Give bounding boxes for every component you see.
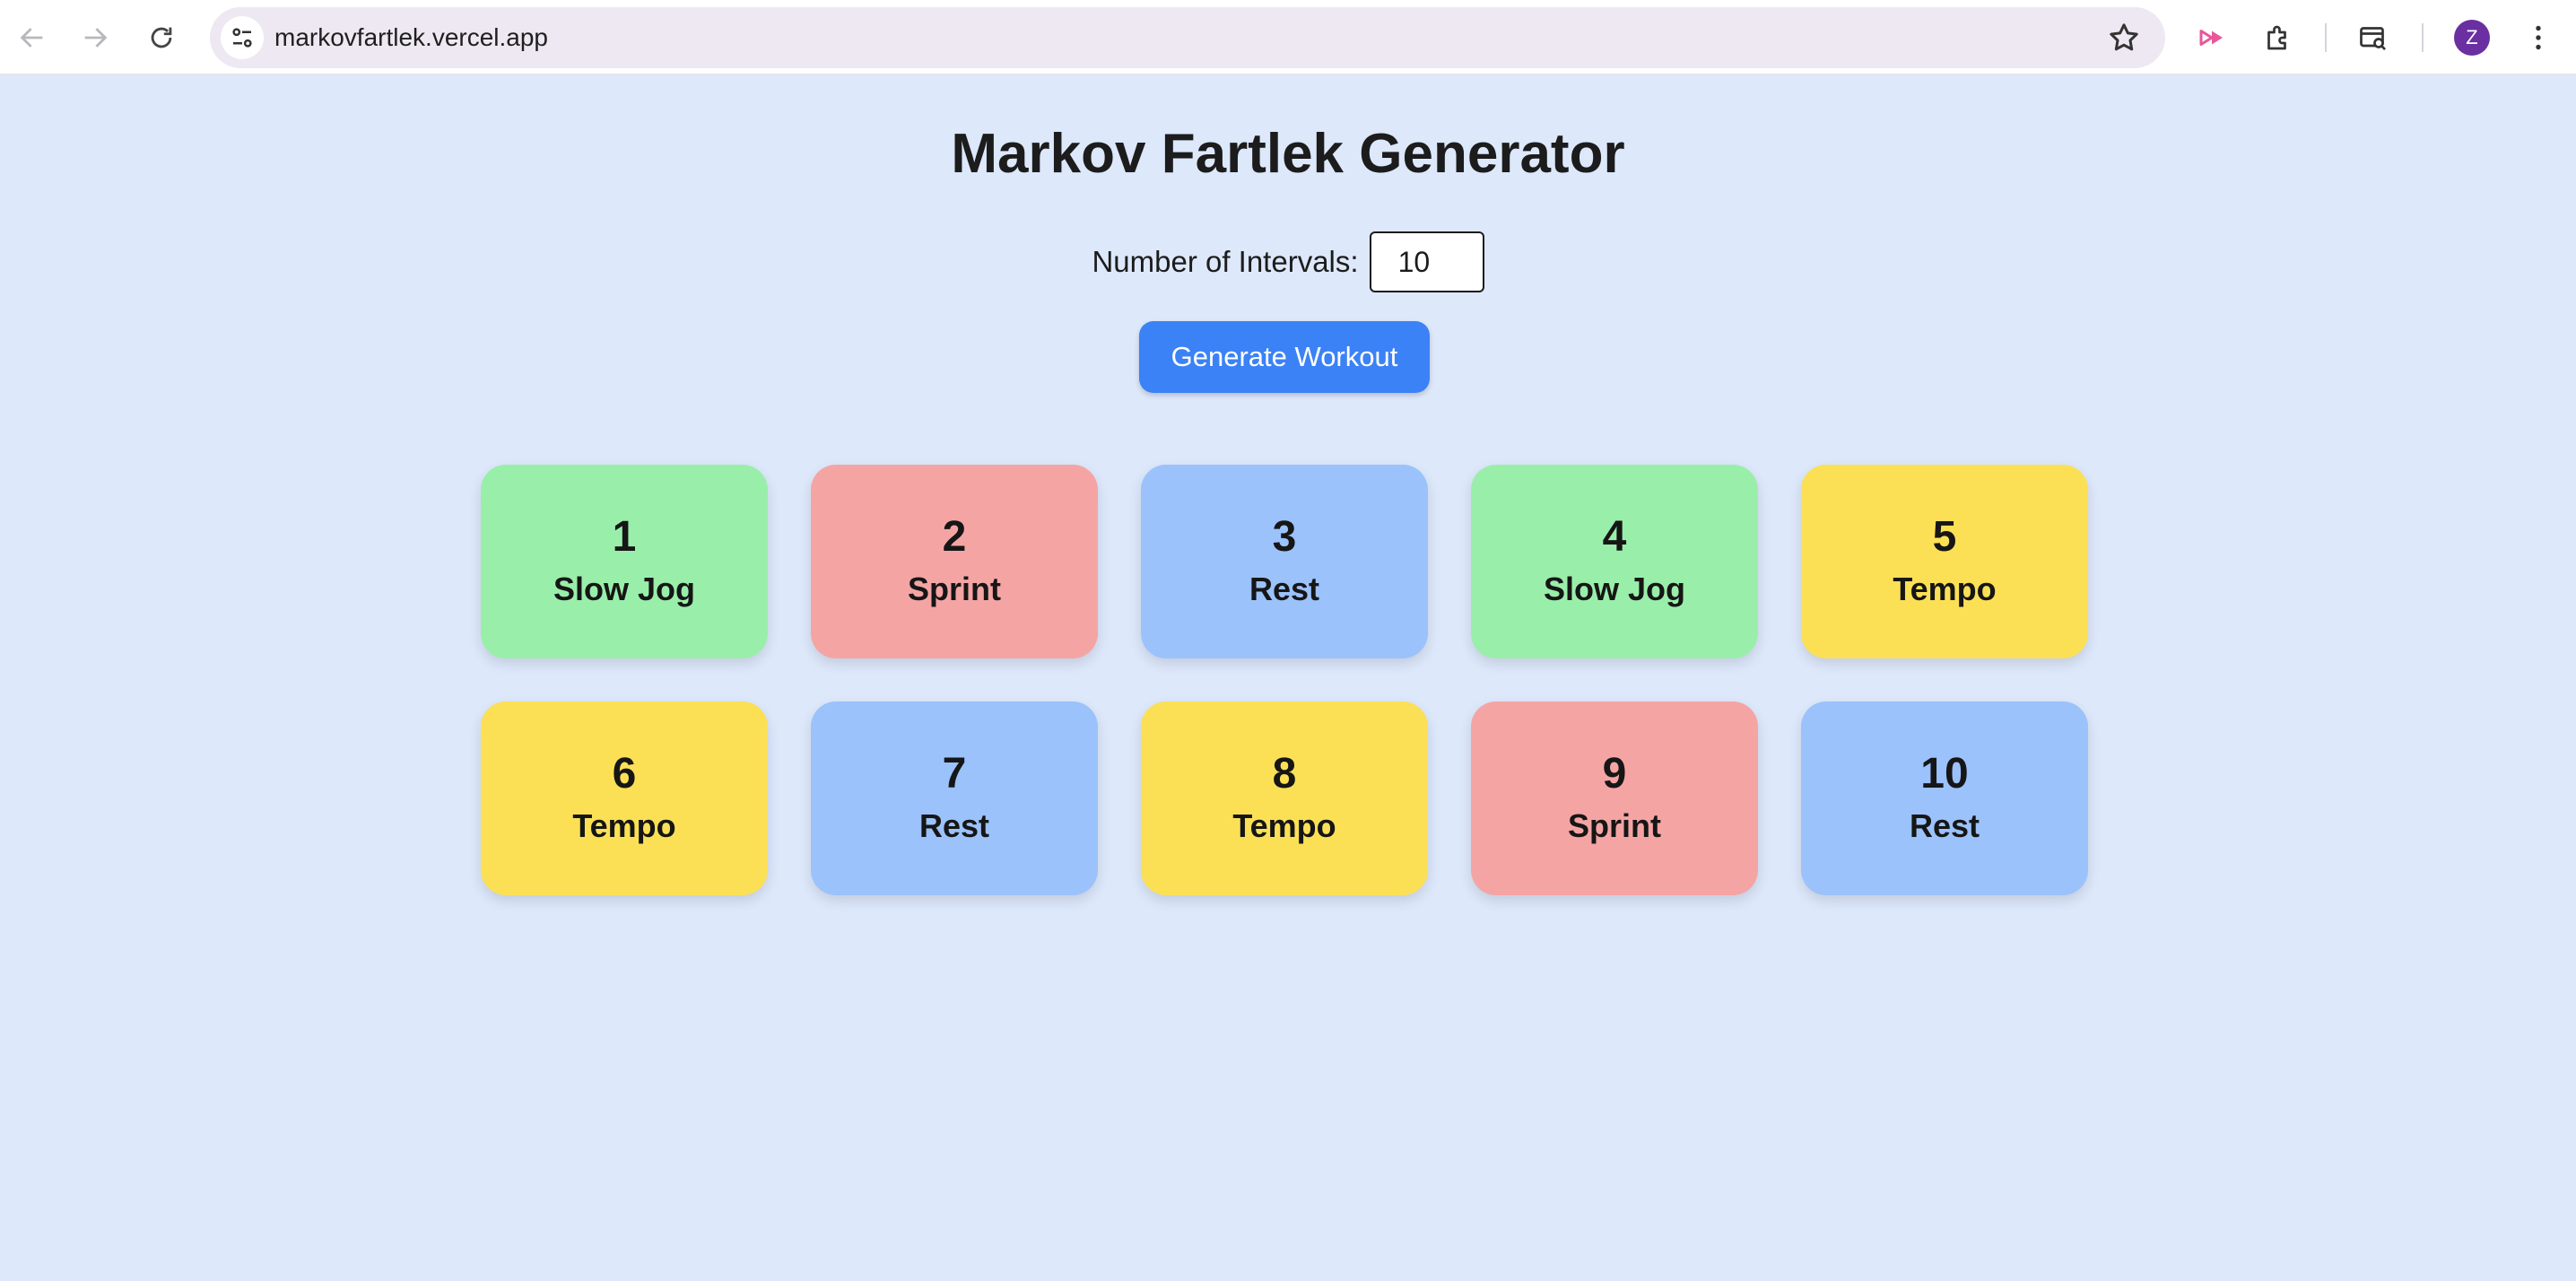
interval-number: 9 bbox=[1602, 750, 1627, 797]
extensions-puzzle-button[interactable] bbox=[2257, 16, 2300, 59]
bookmark-star-icon[interactable] bbox=[2106, 20, 2142, 56]
reload-button[interactable] bbox=[140, 16, 183, 59]
interval-card: 6 Tempo bbox=[481, 702, 768, 895]
generate-workout-button[interactable]: Generate Workout bbox=[1139, 321, 1430, 393]
tab-search-icon bbox=[2360, 27, 2387, 51]
interval-card: 10 Rest bbox=[1801, 702, 2088, 895]
interval-label: Sprint bbox=[908, 571, 1001, 607]
interval-number: 2 bbox=[942, 513, 967, 561]
reload-icon bbox=[151, 27, 172, 48]
site-info-button[interactable] bbox=[221, 16, 264, 59]
interval-grid: 1 Slow Jog 2 Sprint 3 Rest 4 Slow Jog 5 … bbox=[481, 465, 2088, 895]
interval-label: Rest bbox=[1909, 807, 1980, 844]
interval-label: Tempo bbox=[572, 807, 676, 844]
interval-card: 3 Rest bbox=[1141, 465, 1428, 658]
interval-number: 7 bbox=[942, 750, 967, 797]
interval-label: Slow Jog bbox=[1543, 571, 1685, 607]
address-bar[interactable]: markovfartlek.vercel.app bbox=[210, 7, 2165, 68]
interval-card: 8 Tempo bbox=[1141, 702, 1428, 895]
interval-card: 9 Sprint bbox=[1471, 702, 1758, 895]
interval-number: 10 bbox=[1920, 750, 1969, 797]
interval-card: 5 Tempo bbox=[1801, 465, 2088, 658]
interval-card: 2 Sprint bbox=[811, 465, 1098, 658]
interval-card: 7 Rest bbox=[811, 702, 1098, 895]
toolbar-divider bbox=[2422, 23, 2424, 52]
interval-number: 1 bbox=[612, 513, 637, 561]
interval-label: Tempo bbox=[1232, 807, 1336, 844]
page-title: Markov Fartlek Generator bbox=[951, 123, 1625, 185]
extension-button[interactable] bbox=[2190, 16, 2233, 59]
interval-number: 8 bbox=[1272, 750, 1297, 797]
interval-number: 4 bbox=[1602, 513, 1627, 561]
intervals-input[interactable] bbox=[1369, 231, 1484, 292]
url-text[interactable]: markovfartlek.vercel.app bbox=[274, 7, 548, 68]
interval-card: 4 Slow Jog bbox=[1471, 465, 1758, 658]
puzzle-icon bbox=[2267, 25, 2286, 50]
intervals-control: Number of Intervals: bbox=[0, 231, 2576, 292]
interval-number: 6 bbox=[612, 750, 637, 797]
more-vert-icon bbox=[2536, 25, 2541, 50]
back-button[interactable] bbox=[11, 16, 54, 59]
interval-label: Slow Jog bbox=[553, 571, 695, 607]
interval-label: Tempo bbox=[1893, 571, 1997, 607]
pink-arrow-icon bbox=[2199, 30, 2223, 46]
forward-button[interactable] bbox=[74, 16, 117, 59]
intervals-label: Number of Intervals: bbox=[1092, 245, 1359, 278]
interval-number: 5 bbox=[1932, 513, 1957, 561]
profile-avatar[interactable]: Z bbox=[2454, 20, 2490, 56]
browser-toolbar: markovfartlek.vercel.app Z bbox=[0, 0, 2576, 75]
arrow-right-icon bbox=[84, 28, 108, 48]
interval-label: Sprint bbox=[1568, 807, 1661, 844]
menu-button[interactable] bbox=[2517, 16, 2560, 59]
interval-label: Rest bbox=[918, 807, 990, 844]
tab-search-button[interactable] bbox=[2352, 16, 2395, 59]
toolbar-divider bbox=[2325, 23, 2327, 52]
interval-number: 3 bbox=[1272, 513, 1297, 561]
tune-icon bbox=[232, 28, 252, 48]
arrow-left-icon bbox=[20, 28, 43, 48]
interval-label: Rest bbox=[1249, 571, 1320, 607]
interval-card: 1 Slow Jog bbox=[481, 465, 768, 658]
